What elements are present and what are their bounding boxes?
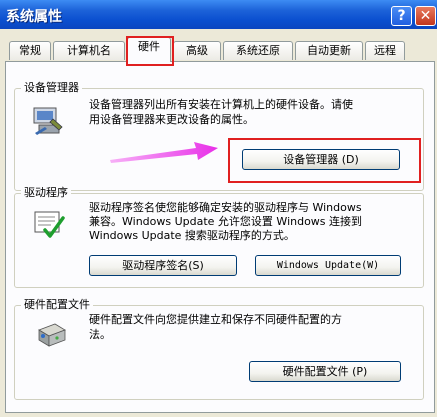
pointer-arrow (110, 142, 218, 163)
driver-signing-button[interactable]: 驱动程序签名(S) (89, 255, 237, 276)
tab-hardware[interactable]: 硬件 (127, 37, 171, 62)
tab-panel-hardware: 设备管理器 设备管理器列出所有安装在计算机上的硬件设备。请使 用设备管理器来更改… (5, 61, 435, 413)
window-title: 系统属性 (6, 9, 62, 25)
driver-signing-icon (34, 211, 65, 238)
tab-remote[interactable]: 远程 (365, 41, 405, 60)
tab-automatic-updates[interactable]: 自动更新 (295, 41, 363, 60)
tab-computer-name[interactable]: 计算机名 (53, 41, 125, 60)
tab-general[interactable]: 常规 (9, 41, 51, 60)
device-manager-title: 设备管理器 (21, 81, 82, 95)
help-button[interactable]: ? (391, 6, 412, 26)
device-manager-icon (33, 107, 63, 135)
windows-update-button[interactable]: Windows Update(W) (255, 255, 401, 276)
drivers-desc-1: 驱动程序签名使您能够确定安装的驱动程序与 Windows (89, 201, 362, 214)
drivers-desc-3: Windows Update 搜索驱动程序的方式。 (89, 229, 295, 242)
close-button[interactable]: ✕ (415, 6, 436, 26)
window-frame (0, 29, 437, 37)
hardware-profiles-desc-2: 法。 (89, 328, 111, 341)
hardware-profiles-group: 硬件配置文件 硬件配置文件向您提供建立和保存不同硬件配置的方 法。 硬件配置文件… (14, 298, 424, 400)
hardware-profiles-button[interactable]: 硬件配置文件 (P) (249, 361, 401, 382)
tab-advanced[interactable]: 高级 (173, 41, 221, 60)
hardware-profiles-title: 硬件配置文件 (21, 298, 93, 312)
device-manager-desc-2: 用设备管理器来更改设备的属性。 (89, 113, 254, 126)
device-manager-button[interactable]: 设备管理器 (D) (242, 149, 400, 170)
device-manager-desc-1: 设备管理器列出所有安装在计算机上的硬件设备。请使 (89, 98, 353, 111)
drivers-group: 驱动程序 驱动程序签名使您能够确定安装的驱动程序与 Windows 兼容。Win… (14, 186, 424, 288)
title-bar[interactable]: 系统属性 ? ✕ (0, 0, 437, 30)
tab-strip: 常规 计算机名 硬件 高级 系统还原 自动更新 远程 (5, 37, 437, 62)
drivers-desc-2: 兼容。Windows Update 允许您设置 Windows 连接到 (89, 215, 363, 228)
hardware-profile-icon (38, 323, 66, 347)
hardware-profiles-desc-1: 硬件配置文件向您提供建立和保存不同硬件配置的方 (89, 313, 342, 326)
drivers-title: 驱动程序 (21, 186, 71, 200)
tab-system-restore[interactable]: 系统还原 (223, 41, 293, 60)
